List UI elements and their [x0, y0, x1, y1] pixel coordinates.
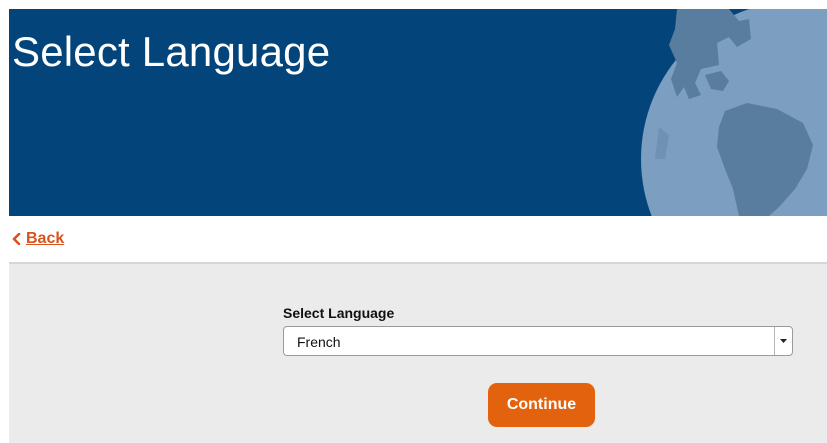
language-select-label: Select Language: [283, 305, 395, 321]
page-title: Select Language: [12, 28, 331, 75]
back-link[interactable]: Back: [12, 229, 64, 249]
dropdown-arrow-icon: [774, 327, 792, 355]
language-select-value: French: [297, 334, 341, 350]
globe-icon: [641, 9, 827, 216]
language-select[interactable]: French: [283, 326, 793, 356]
header-banner: Select Language: [9, 9, 827, 216]
continue-button[interactable]: Continue: [488, 383, 595, 427]
back-link-label: Back: [26, 230, 65, 247]
chevron-left-icon: [12, 233, 21, 245]
